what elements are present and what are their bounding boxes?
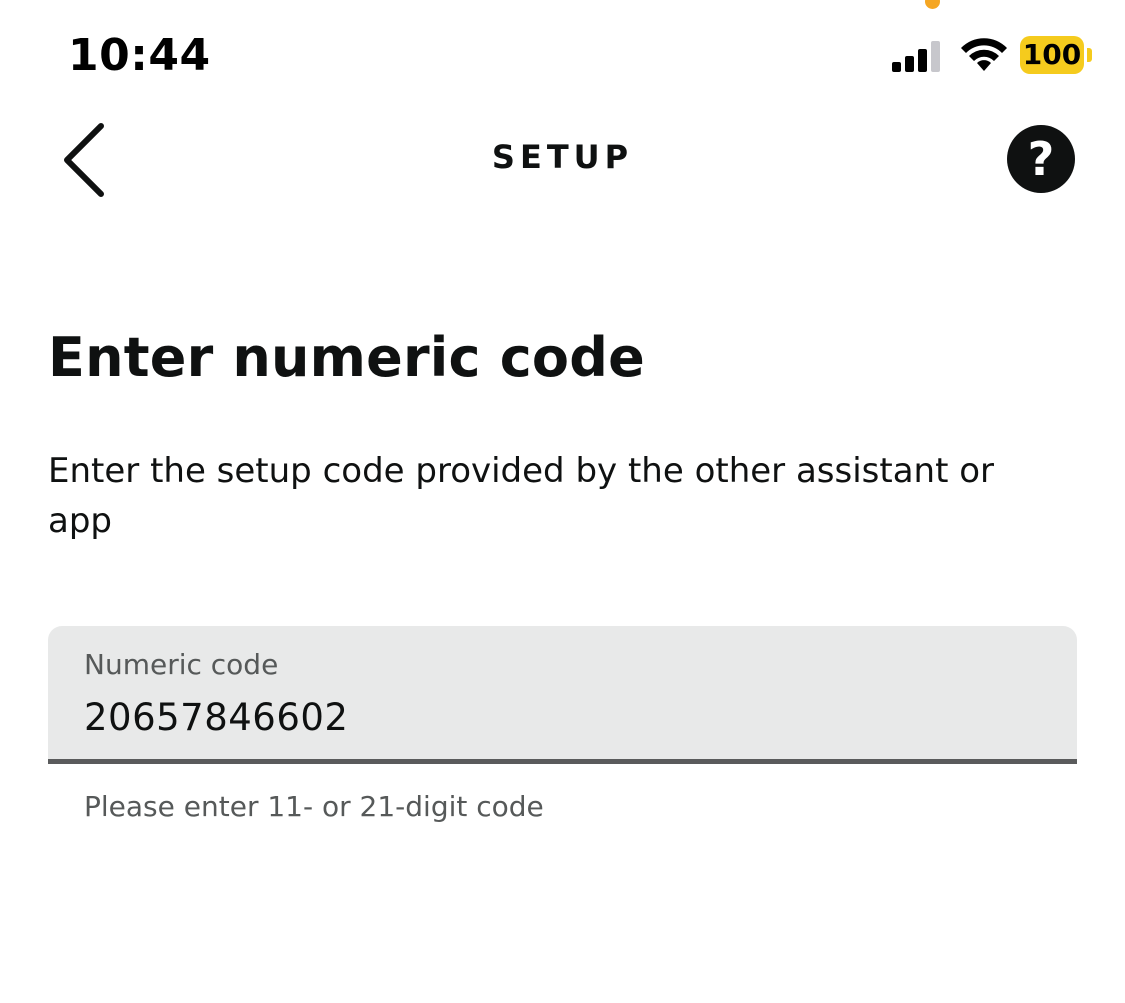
- battery-level: 100: [1022, 38, 1082, 71]
- numeric-code-field[interactable]: Numeric code 20657846602: [48, 626, 1077, 764]
- help-button[interactable]: ?: [1007, 125, 1075, 193]
- battery-nub: [1087, 48, 1092, 62]
- status-time: 10:44: [68, 30, 211, 81]
- numeric-code-label: Numeric code: [84, 648, 279, 681]
- heading: Enter numeric code: [48, 326, 645, 389]
- numeric-code-input[interactable]: 20657846602: [84, 696, 348, 739]
- privacy-indicator-dot: [925, 0, 940, 9]
- description-text: Enter the setup code provided by the oth…: [48, 451, 995, 541]
- question-mark-icon: ?: [1027, 132, 1055, 186]
- cellular-signal-icon: [892, 41, 940, 72]
- wifi-icon: [961, 38, 1007, 71]
- setup-screen: 10:44 100 SETUP ? Enter numeric code Ent…: [0, 0, 1125, 1003]
- page-title: SETUP: [491, 138, 634, 176]
- battery-indicator: 100: [1020, 36, 1092, 74]
- helper-text: Please enter 11- or 21-digit code: [84, 790, 544, 823]
